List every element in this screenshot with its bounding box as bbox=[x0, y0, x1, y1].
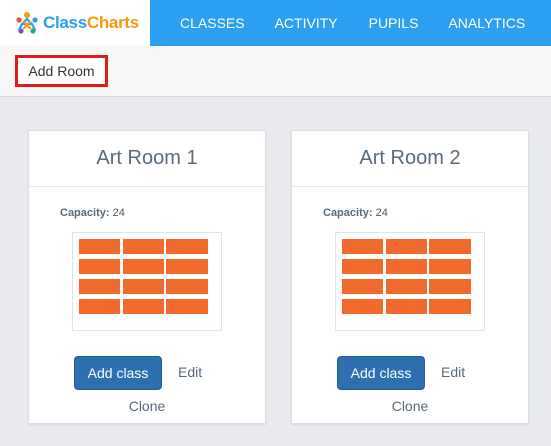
desk bbox=[342, 259, 383, 274]
room-toolbar: Add Room bbox=[0, 46, 551, 97]
desk bbox=[166, 239, 208, 254]
desk bbox=[342, 239, 383, 254]
desk bbox=[429, 279, 471, 294]
capacity-label: Capacity: bbox=[323, 207, 373, 219]
desk bbox=[429, 259, 471, 274]
main-nav: CLASSES ACTIVITY PUPILS ANALYTICS bbox=[150, 0, 525, 46]
desk bbox=[123, 279, 164, 294]
add-class-button[interactable]: Add class bbox=[337, 356, 425, 390]
desk bbox=[386, 279, 427, 294]
desk bbox=[123, 239, 164, 254]
desk bbox=[79, 239, 120, 254]
desk bbox=[166, 259, 208, 274]
room-layout-preview[interactable] bbox=[335, 232, 485, 331]
capacity-label: Capacity: bbox=[60, 207, 110, 219]
room-layout-preview[interactable] bbox=[72, 232, 222, 331]
desk bbox=[429, 299, 471, 314]
desk bbox=[166, 279, 208, 294]
logo-text: ClassCharts bbox=[43, 13, 139, 33]
logo-text-charts: Charts bbox=[86, 13, 139, 32]
capacity-value: 24 bbox=[375, 207, 388, 219]
desk bbox=[386, 239, 427, 254]
nav-item-analytics[interactable]: ANALYTICS bbox=[448, 15, 525, 31]
desk bbox=[79, 259, 120, 274]
desk bbox=[123, 299, 164, 314]
clone-room-link[interactable]: Clone bbox=[292, 398, 528, 414]
desk bbox=[79, 299, 120, 314]
desk bbox=[166, 299, 208, 314]
room-capacity: Capacity: 24 bbox=[60, 207, 125, 219]
room-card: Art Room 1 Capacity: 24 Add class Edit C… bbox=[28, 130, 266, 424]
desk bbox=[429, 239, 471, 254]
edit-room-link[interactable]: Edit bbox=[178, 364, 202, 380]
nav-item-activity[interactable]: ACTIVITY bbox=[275, 15, 338, 31]
classcharts-logo-icon bbox=[16, 12, 38, 34]
logo-text-class: Class bbox=[43, 13, 87, 32]
desk bbox=[386, 299, 427, 314]
top-nav-bar: ClassCharts CLASSES ACTIVITY PUPILS ANAL… bbox=[0, 0, 551, 46]
add-room-button[interactable]: Add Room bbox=[15, 55, 108, 87]
desk bbox=[342, 299, 383, 314]
nav-item-pupils[interactable]: PUPILS bbox=[369, 15, 419, 31]
desk bbox=[123, 259, 164, 274]
desk bbox=[386, 259, 427, 274]
desk bbox=[79, 279, 120, 294]
nav-item-classes[interactable]: CLASSES bbox=[180, 15, 245, 31]
edit-room-link[interactable]: Edit bbox=[441, 364, 465, 380]
room-title: Art Room 1 bbox=[29, 131, 265, 187]
room-capacity: Capacity: 24 bbox=[323, 207, 388, 219]
clone-room-link[interactable]: Clone bbox=[29, 398, 265, 414]
add-class-button[interactable]: Add class bbox=[74, 356, 162, 390]
room-card: Art Room 2 Capacity: 24 Add class Edit C… bbox=[291, 130, 529, 424]
capacity-value: 24 bbox=[112, 207, 125, 219]
room-title: Art Room 2 bbox=[292, 131, 528, 187]
desk bbox=[342, 279, 383, 294]
logo[interactable]: ClassCharts bbox=[0, 0, 150, 46]
